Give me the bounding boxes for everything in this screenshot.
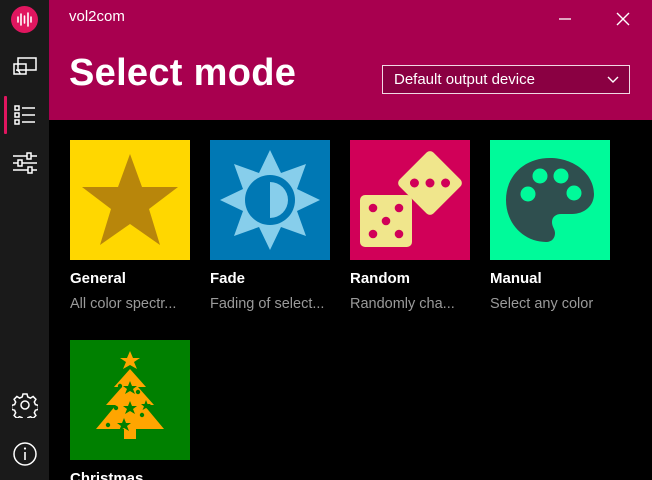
list-icon	[13, 105, 35, 125]
cast-icon	[12, 57, 37, 75]
mode-name: Fade	[210, 270, 246, 287]
palette-icon	[506, 158, 594, 242]
app-title: vol2com	[69, 8, 125, 25]
star-icon	[82, 154, 178, 245]
mode-name: Christmas	[70, 470, 144, 480]
info-icon	[12, 442, 37, 466]
gear-icon	[11, 393, 38, 418]
mode-name: Random	[350, 270, 410, 287]
mode-tile-image	[70, 140, 190, 260]
close-button[interactable]	[606, 4, 640, 34]
mode-tile-general[interactable]: General All color spectr...	[70, 140, 190, 312]
mode-tile-fade[interactable]: Fade Fading of select...	[210, 140, 330, 312]
sidebar	[0, 0, 49, 480]
output-device-value: Default output device	[394, 71, 535, 88]
nav-cast-button[interactable]	[0, 46, 49, 86]
mode-description: Randomly cha...	[350, 296, 455, 312]
minimize-icon	[559, 18, 571, 20]
mode-description: All color spectr...	[70, 296, 177, 312]
app-logo	[11, 6, 38, 33]
mode-name: General	[70, 270, 126, 287]
christmas-tree-icon	[96, 351, 164, 439]
settings-button[interactable]	[0, 385, 49, 425]
info-button[interactable]	[0, 434, 49, 474]
mode-tile-image	[350, 140, 470, 260]
dice-icon	[360, 151, 462, 247]
minimize-button[interactable]	[548, 4, 582, 34]
mode-tile-image	[490, 140, 610, 260]
mode-grid: General All color spectr... Fade Fading …	[49, 120, 652, 480]
chevron-down-icon	[607, 76, 619, 83]
mode-tile-image	[210, 140, 330, 260]
brightness-icon	[220, 150, 320, 250]
nav-equalizer-button[interactable]	[0, 143, 49, 183]
waveform-icon	[17, 12, 32, 27]
mode-tile-christmas[interactable]: Christmas	[70, 340, 190, 480]
header: vol2com Select mode Default output devic…	[49, 0, 652, 120]
mode-name: Manual	[490, 270, 542, 287]
sliders-icon	[12, 152, 37, 174]
mode-tile-image	[70, 340, 190, 460]
mode-tile-manual[interactable]: Manual Select any color	[490, 140, 610, 312]
mode-tile-random[interactable]: Random Randomly cha...	[350, 140, 470, 312]
close-icon	[616, 12, 630, 26]
nav-modes-button[interactable]	[0, 95, 49, 135]
output-device-select[interactable]: Default output device	[382, 65, 630, 94]
mode-description: Fading of select...	[210, 296, 325, 312]
mode-description: Select any color	[490, 296, 594, 312]
page-title: Select mode	[69, 52, 297, 94]
